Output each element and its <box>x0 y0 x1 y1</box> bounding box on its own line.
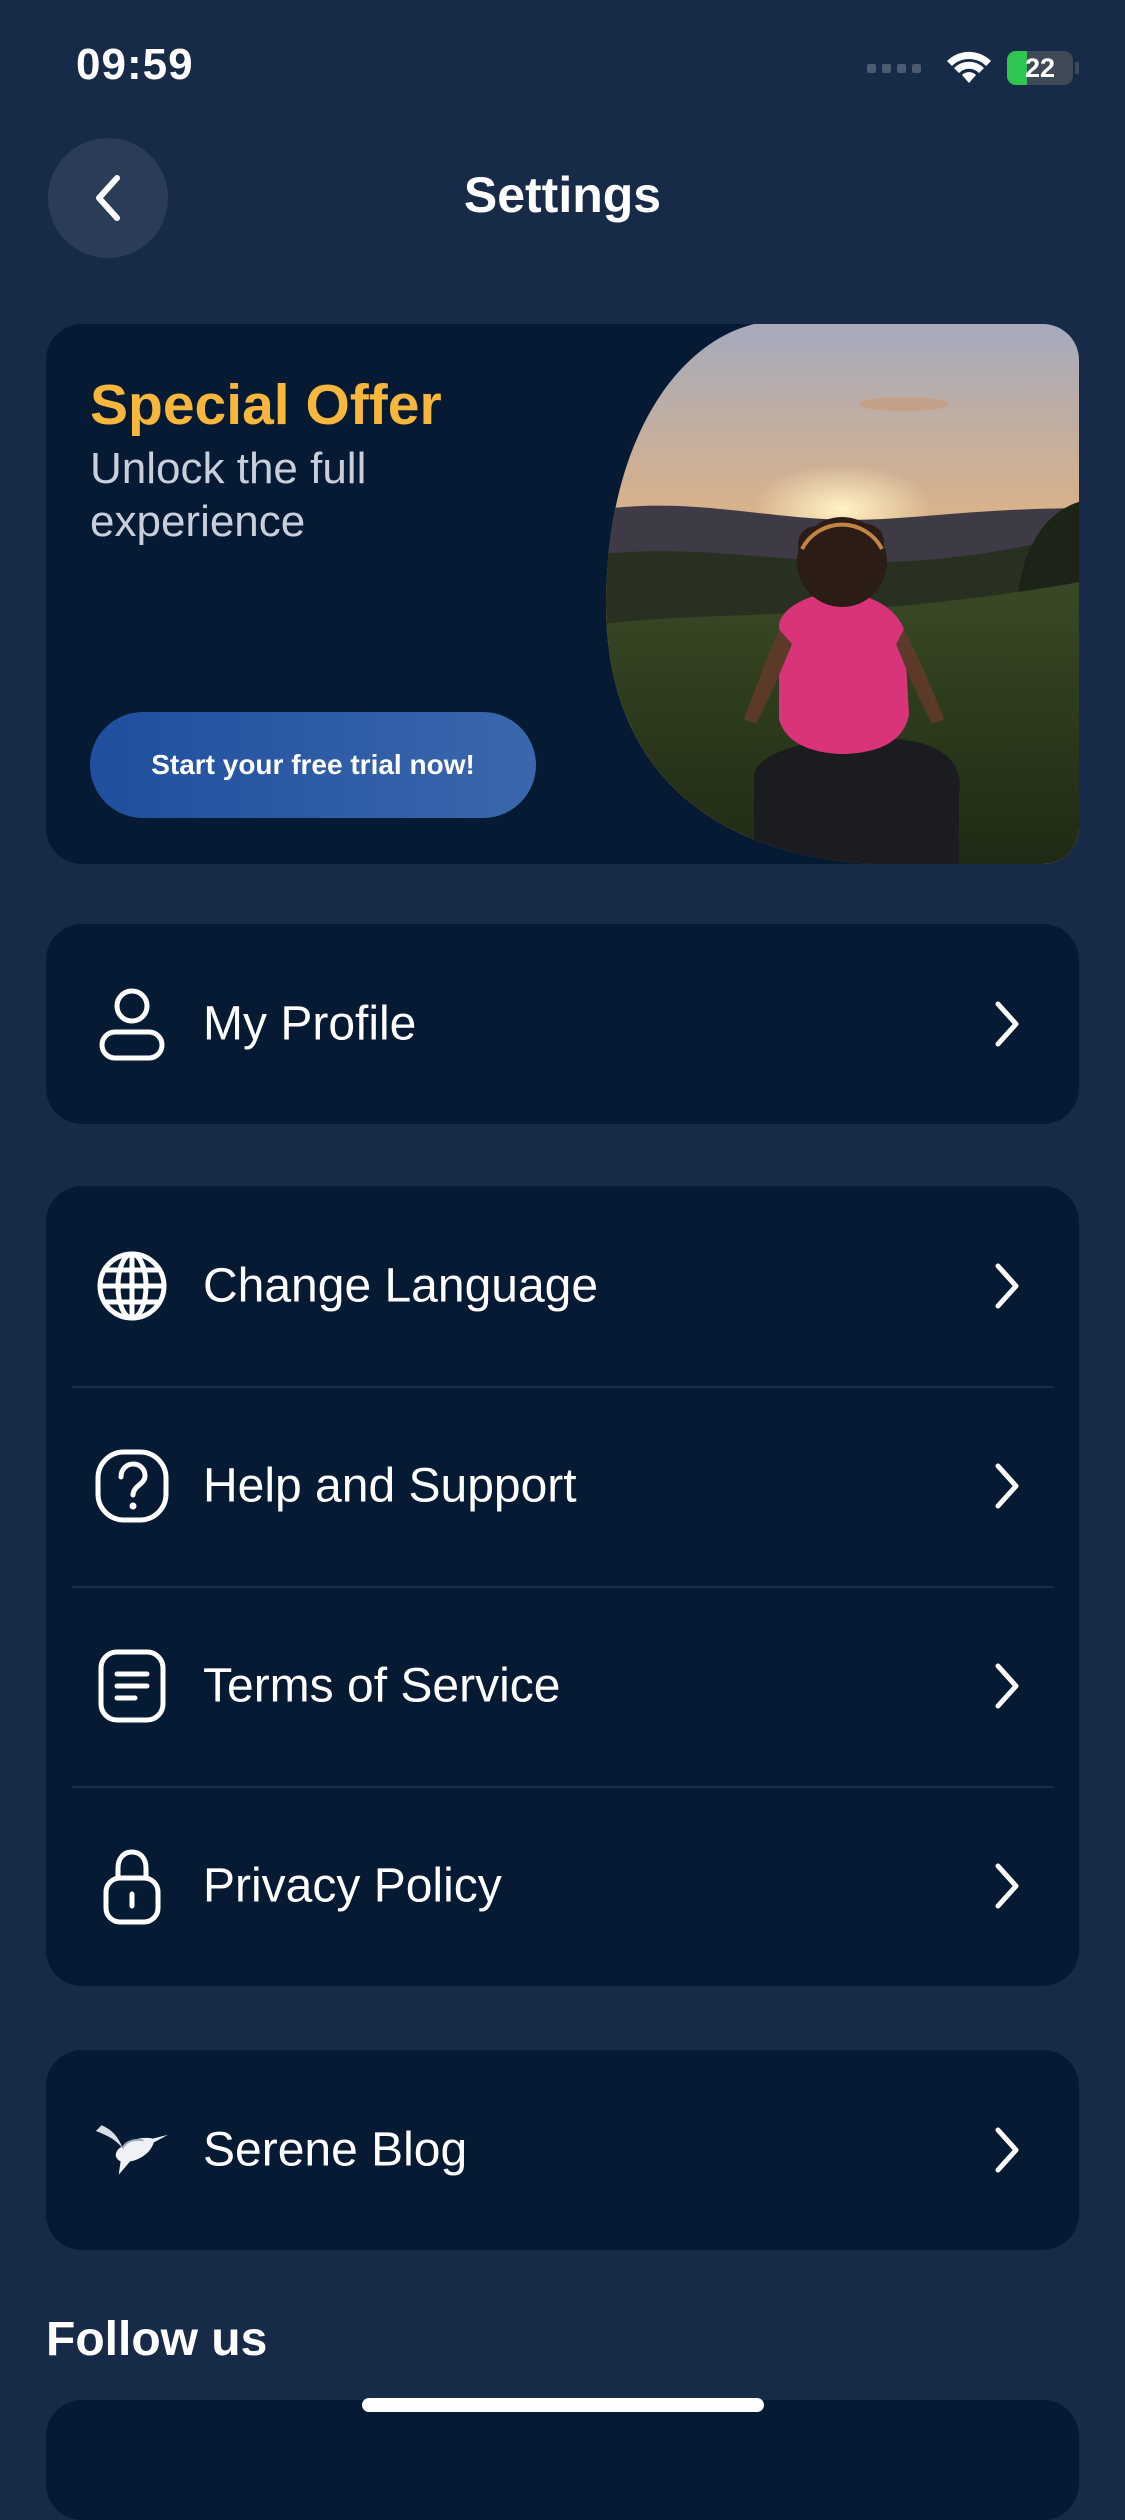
lock-icon <box>94 1848 170 1925</box>
menu-row-help-and-support[interactable]: Help and Support <box>46 1386 1079 1586</box>
chevron-right-icon <box>987 1861 1027 1911</box>
page-title: Settings <box>463 167 662 223</box>
menu-label: My Profile <box>203 997 417 1051</box>
follow-us-card <box>46 2400 1079 2520</box>
offer-subtitle: Unlock the full experience <box>90 444 367 546</box>
battery-level: 22 <box>1024 52 1056 83</box>
blog-group: Serene Blog <box>46 2050 1079 2250</box>
menu-label: Change Language <box>203 1259 599 1313</box>
wifi-icon <box>947 51 991 83</box>
document-icon <box>94 1648 170 1724</box>
globe-icon <box>94 1248 170 1324</box>
menu-label: Help and Support <box>203 1459 577 1513</box>
menu-label: Serene Blog <box>203 2123 468 2177</box>
status-time: 09:59 <box>76 40 194 89</box>
person-icon <box>94 986 170 1062</box>
menu-row-serene-blog[interactable]: Serene Blog <box>46 2050 1079 2250</box>
chevron-right-icon <box>987 2125 1027 2175</box>
status-icons: 22 <box>867 46 1079 90</box>
chevron-right-icon <box>987 1461 1027 1511</box>
menu-row-my-profile[interactable]: My Profile <box>46 924 1079 1124</box>
signal-dots-icon <box>867 63 921 73</box>
chevron-right-icon <box>987 999 1027 1049</box>
menu-row-terms-of-service[interactable]: Terms of Service <box>46 1586 1079 1786</box>
menu-row-change-language[interactable]: Change Language <box>46 1186 1079 1386</box>
menu-label: Privacy Policy <box>203 1859 502 1913</box>
chevron-right-icon <box>987 1261 1027 1311</box>
chevron-right-icon <box>987 1661 1027 1711</box>
battery-charging-icon: 22 <box>1007 51 1073 85</box>
special-offer-card[interactable]: Special Offer Unlock the full experience… <box>46 324 1079 864</box>
offer-title: Special Offer <box>90 373 442 437</box>
start-free-trial-button[interactable]: Start your free trial now! <box>90 712 536 818</box>
offer-image <box>605 324 1079 864</box>
menu-label: Terms of Service <box>203 1659 561 1713</box>
settings-group: Change Language Help and Support Terms o… <box>46 1186 1079 1986</box>
follow-us-heading: Follow us <box>46 2313 268 2366</box>
profile-group: My Profile <box>46 924 1079 1124</box>
question-icon <box>94 1448 170 1524</box>
home-indicator[interactable] <box>362 2398 764 2412</box>
hummingbird-icon <box>94 2112 170 2188</box>
menu-row-privacy-policy[interactable]: Privacy Policy <box>46 1786 1079 1986</box>
